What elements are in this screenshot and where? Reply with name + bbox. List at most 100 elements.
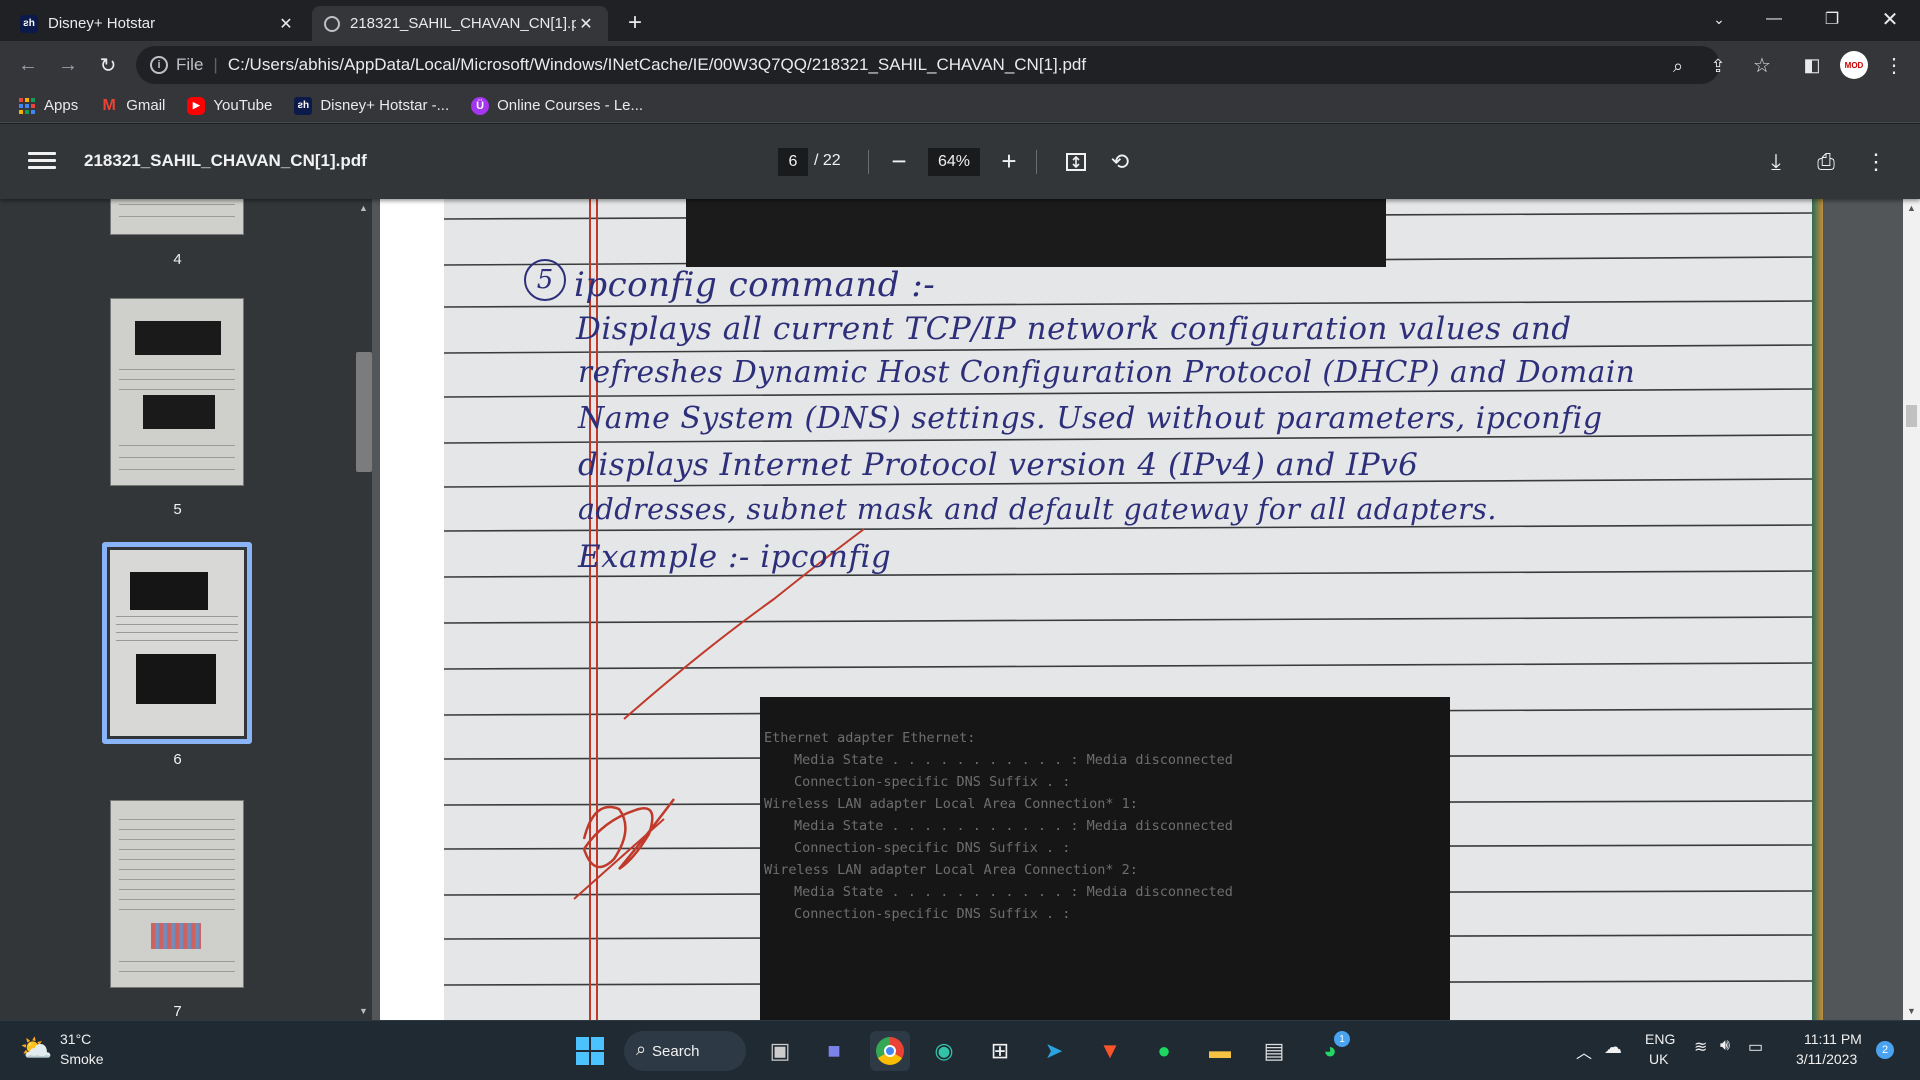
- hotstar-icon: ƨh: [20, 14, 38, 33]
- youtube-icon: ▶: [187, 96, 206, 115]
- tab-title: 218321_SAHIL_CHAVAN_CN[1].p: [350, 15, 576, 32]
- udemy-icon: Ü: [471, 96, 490, 115]
- bookmark-hotstar[interactable]: ƨh Disney+ Hotstar -...: [294, 96, 449, 115]
- terminal-line: Connection-specific DNS Suffix . :: [794, 774, 1071, 790]
- file-explorer-icon[interactable]: ▬: [1200, 1031, 1240, 1071]
- bookmark-youtube[interactable]: ▶ YouTube: [187, 96, 273, 115]
- store-icon[interactable]: ⊞: [980, 1031, 1020, 1071]
- apps-grid-icon: [18, 97, 36, 115]
- bookmark-gmail[interactable]: M Gmail: [100, 97, 166, 115]
- close-window-button[interactable]: ✕: [1861, 0, 1919, 38]
- brave-icon[interactable]: ▼: [1090, 1031, 1130, 1071]
- reload-button[interactable]: ↻: [92, 49, 124, 81]
- edge-icon[interactable]: ◉: [924, 1031, 964, 1071]
- notification-badge[interactable]: 2: [1876, 1041, 1894, 1059]
- text-line: Example :- ipconfig: [578, 539, 892, 575]
- notebook-photo: 5 ipconfig command :- Displays all curre…: [444, 199, 1812, 1020]
- terminal-line: Wireless LAN adapter Local Area Connecti…: [764, 862, 1138, 878]
- weather-desc[interactable]: Smoke: [60, 1051, 104, 1067]
- wifi-icon[interactable]: ≋: [1694, 1037, 1707, 1057]
- chrome-icon[interactable]: [870, 1031, 910, 1071]
- task-view-icon[interactable]: ▣: [760, 1031, 800, 1071]
- tab-hotstar[interactable]: ƨh Disney+ Hotstar ✕: [8, 6, 308, 41]
- start-button[interactable]: [570, 1031, 610, 1071]
- avatar[interactable]: MOD: [1838, 49, 1870, 81]
- more-options-icon[interactable]: ⋮: [1860, 146, 1892, 178]
- print-icon[interactable]: ⎙: [1810, 146, 1842, 178]
- zoom-in-button[interactable]: +: [994, 146, 1024, 176]
- terminal-line: Ethernet adapter Ethernet:: [764, 730, 976, 746]
- side-panel-icon[interactable]: ◧: [1796, 49, 1828, 81]
- bookmark-star-icon[interactable]: ☆: [1746, 49, 1778, 81]
- toolbar-divider: [868, 150, 869, 174]
- page-number-input[interactable]: 6: [778, 148, 808, 176]
- title-bar: ƨh Disney+ Hotstar ✕ 218321_SAHIL_CHAVAN…: [0, 0, 1920, 41]
- thumbnail-page-5[interactable]: [110, 298, 244, 486]
- language-top[interactable]: ENG: [1645, 1031, 1675, 1047]
- close-tab-icon[interactable]: ✕: [576, 14, 596, 34]
- battery-icon[interactable]: ▭: [1748, 1037, 1763, 1057]
- weather-icon[interactable]: ⛅: [20, 1033, 52, 1064]
- bookmark-label: YouTube: [213, 97, 273, 114]
- zoom-out-button[interactable]: −: [884, 146, 914, 176]
- sidebar-scrollbar[interactable]: ▲ ▼: [355, 199, 372, 1020]
- new-tab-button[interactable]: +: [620, 8, 650, 38]
- thumbnail-page-6[interactable]: [102, 542, 252, 744]
- clock-time[interactable]: 11:11 PM: [1804, 1031, 1862, 1047]
- volume-icon[interactable]: 🔊︎: [1720, 1037, 1730, 1055]
- forward-button[interactable]: →: [52, 49, 84, 81]
- thumbnail-label: 6: [173, 751, 182, 768]
- browser-toolbar: ← → ↻ i File | C:/Users/abhis/AppData/Lo…: [0, 41, 1920, 89]
- terminal-line: Wireless LAN adapter Local Area Connecti…: [764, 796, 1138, 812]
- zoom-level-input[interactable]: 64%: [928, 148, 980, 176]
- browser-menu-icon[interactable]: ⋮: [1878, 49, 1910, 81]
- bookmark-apps[interactable]: Apps: [18, 97, 78, 115]
- bookmark-online-courses[interactable]: Ü Online Courses - Le...: [471, 96, 643, 115]
- telegram-icon[interactable]: ➤: [1034, 1031, 1074, 1071]
- bookmark-label: Gmail: [126, 97, 166, 114]
- clock-date[interactable]: 3/11/2023: [1796, 1051, 1857, 1067]
- sidebar-toggle-icon[interactable]: [28, 148, 56, 176]
- url-text[interactable]: C:/Users/abhis/AppData/Local/Microsoft/W…: [228, 55, 1086, 75]
- hidden-icons-chevron[interactable]: ︿: [1576, 1039, 1592, 1063]
- info-icon[interactable]: i: [150, 56, 168, 74]
- search-label: Search: [652, 1042, 700, 1060]
- windows-taskbar: ⛅ 31°C Smoke ⌕ Search ▣ ■ ◉ ⊞ ➤ ▼ ● ▬ ▤ …: [0, 1020, 1920, 1080]
- fit-page-icon[interactable]: [1060, 146, 1092, 178]
- close-tab-icon[interactable]: ✕: [276, 14, 296, 34]
- minimize-button[interactable]: —: [1745, 0, 1803, 38]
- document-scrollbar[interactable]: ▲ ▼: [1903, 199, 1920, 1020]
- terminal-line: Connection-specific DNS Suffix . :: [794, 906, 1071, 922]
- pdf-page: 5 ipconfig command :- Displays all curre…: [380, 199, 1823, 1020]
- pdf-filename: 218321_SAHIL_CHAVAN_CN[1].pdf: [84, 151, 367, 170]
- weather-temp[interactable]: 31°C: [60, 1031, 91, 1047]
- sidebar-scroll-thumb[interactable]: [356, 352, 372, 472]
- download-icon[interactable]: ⤓: [1760, 146, 1792, 178]
- share-icon[interactable]: ⇪: [1706, 54, 1730, 78]
- page-edge: [1812, 199, 1823, 1020]
- hotstar-icon: ƨh: [294, 96, 313, 115]
- onedrive-icon[interactable]: ☁: [1604, 1037, 1622, 1058]
- thumbnail-page-4[interactable]: [110, 199, 244, 235]
- globe-icon: [324, 15, 340, 32]
- rotate-icon[interactable]: ⟲: [1104, 146, 1136, 178]
- taskbar-search[interactable]: ⌕ Search: [624, 1031, 746, 1071]
- spotify-icon[interactable]: ●: [1144, 1031, 1184, 1071]
- terminal-line: Media State . . . . . . . . . . . : Medi…: [794, 884, 1233, 900]
- tab-title: Disney+ Hotstar: [48, 15, 156, 32]
- whatsapp-badge: 1: [1334, 1031, 1350, 1047]
- document-scroll-thumb[interactable]: [1906, 405, 1917, 427]
- zoom-icon[interactable]: ⌕: [1666, 54, 1690, 78]
- tab-pdf[interactable]: 218321_SAHIL_CHAVAN_CN[1].p ✕: [312, 6, 608, 41]
- whatsapp-icon[interactable]: ◕ 1: [1310, 1031, 1350, 1071]
- restore-button[interactable]: ❐: [1803, 0, 1861, 38]
- thumbnail-label: 4: [173, 251, 182, 268]
- back-button[interactable]: ←: [12, 49, 44, 81]
- teams-icon[interactable]: ■: [814, 1031, 854, 1071]
- address-bar[interactable]: i File | C:/Users/abhis/AppData/Local/Mi…: [136, 46, 1726, 84]
- thumbnail-page-7[interactable]: [110, 800, 244, 988]
- tab-search-icon[interactable]: ⌄: [1690, 0, 1748, 38]
- terminal-line: Media State . . . . . . . . . . . : Medi…: [794, 818, 1233, 834]
- language-bottom[interactable]: UK: [1649, 1051, 1668, 1067]
- game-app-icon[interactable]: ▤: [1254, 1031, 1294, 1071]
